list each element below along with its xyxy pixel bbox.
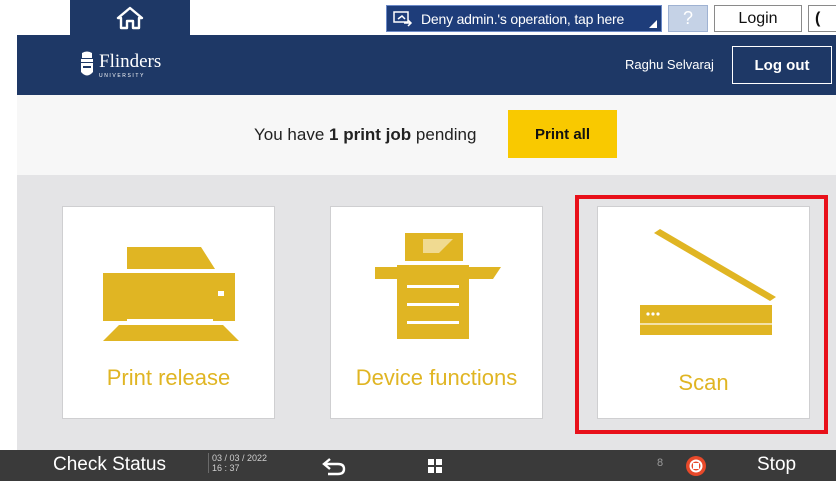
date-time: 03 / 03 / 2022 16 : 37: [208, 453, 267, 473]
back-icon[interactable]: [322, 456, 346, 476]
power-button[interactable]: (: [808, 5, 836, 32]
pending-jobs-bar: You have 1 print job pending Print all: [17, 95, 836, 175]
remote-operation-icon: [393, 10, 413, 27]
app-grid-icon[interactable]: [428, 459, 442, 473]
stop-button[interactable]: Stop: [757, 454, 796, 476]
date-text: 03 / 03 / 2022: [212, 453, 268, 463]
login-button[interactable]: Login: [714, 5, 802, 32]
logout-button[interactable]: Log out: [732, 46, 832, 84]
login-label: Login: [738, 9, 778, 27]
logo-name: Flinders: [99, 50, 162, 72]
system-bar: Deny admin.'s operation, tap here ? Logi…: [0, 0, 836, 35]
pending-bold-text: print job: [338, 125, 412, 144]
logout-label: Log out: [754, 56, 810, 74]
power-icon: (: [815, 9, 821, 27]
user-name: Raghu Selvaraj: [625, 57, 714, 72]
admin-notice-text: Deny admin.'s operation, tap here: [421, 10, 625, 27]
tile-label: Device functions: [355, 365, 518, 390]
printer-icon: [103, 247, 239, 341]
device-functions-tile[interactable]: Device functions: [330, 206, 543, 419]
help-label: ?: [682, 8, 693, 28]
system-bar-left: [0, 0, 70, 35]
tile-label: Print release: [106, 365, 231, 390]
function-tiles: Print release Device functions Scan: [17, 175, 836, 450]
logo-text: Flinders UNIVERSITY: [99, 50, 162, 79]
home-icon: [116, 6, 144, 29]
flinders-logo: Flinders UNIVERSITY: [79, 45, 161, 85]
scan-highlight-box: [575, 195, 828, 434]
check-status-button[interactable]: Check Status: [53, 454, 166, 476]
print-all-button[interactable]: Print all: [508, 110, 617, 158]
print-release-tile[interactable]: Print release: [62, 206, 275, 419]
pending-prefix: You have: [254, 125, 329, 144]
bottom-bar: Check Status 03 / 03 / 2022 16 : 37 8 St…: [0, 450, 836, 481]
app-header: Flinders UNIVERSITY Raghu Selvaraj Log o…: [17, 35, 836, 95]
logo-subtitle: UNIVERSITY: [99, 72, 146, 79]
help-button[interactable]: ?: [668, 5, 708, 32]
corner-marker-icon: [649, 20, 657, 28]
pending-message: You have 1 print job pending: [254, 125, 476, 145]
stop-icon[interactable]: [685, 455, 707, 477]
separator-text: 8: [657, 457, 664, 469]
system-bar-middle: [190, 0, 380, 35]
time-text: 16 : 37: [212, 463, 240, 473]
print-all-label: Print all: [534, 125, 590, 143]
university-crest-icon: [81, 51, 93, 76]
home-button[interactable]: [70, 0, 190, 35]
copier-icon: [375, 233, 501, 339]
admin-notice-button[interactable]: Deny admin.'s operation, tap here: [386, 5, 662, 32]
pending-suffix: pending: [411, 125, 477, 144]
